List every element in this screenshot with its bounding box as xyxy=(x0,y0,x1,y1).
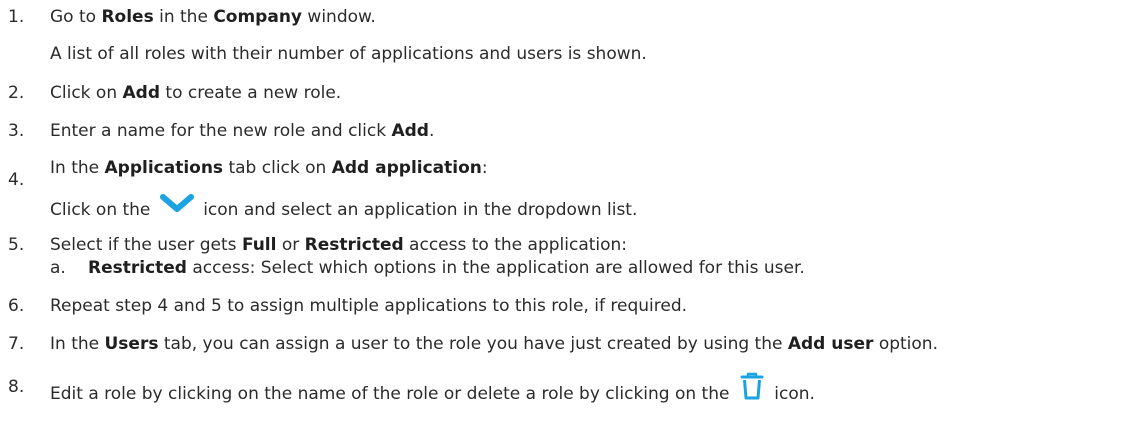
ui-term-add: Add xyxy=(122,83,161,103)
instruction-document: 1. Go to Roles in the Company window. A … xyxy=(0,0,1143,439)
step-text: Enter a name for the new role and click … xyxy=(50,121,435,141)
ui-term-add-application: Add application xyxy=(331,158,482,178)
ui-term-applications: Applications xyxy=(104,158,224,178)
ui-term-restricted: Restricted xyxy=(304,235,404,255)
ui-term-roles: Roles xyxy=(101,7,154,27)
step-text: Go to Roles in the Company window. xyxy=(50,7,376,27)
trash-icon xyxy=(735,372,769,412)
step-number: 8. xyxy=(8,377,25,397)
step-text: In the Users tab, you can assign a user … xyxy=(50,334,938,354)
step-1-note: A list of all roles with their number of… xyxy=(50,44,647,64)
step-text: Click on Add to create a new role. xyxy=(50,83,342,103)
ui-term-full: Full xyxy=(241,235,277,255)
ui-term-restricted: Restricted xyxy=(88,258,187,278)
step-number: 7. xyxy=(8,334,25,354)
ui-term-company: Company xyxy=(213,7,303,27)
ui-term-add: Add xyxy=(391,121,429,141)
step-number: 4. xyxy=(8,170,25,190)
step-text: Repeat step 4 and 5 to assign multiple a… xyxy=(50,296,688,316)
step-number: 2. xyxy=(8,83,25,103)
step-number: 5. xyxy=(8,235,25,255)
step-text: Select if the user gets Full or Restrict… xyxy=(50,235,628,255)
step-4-note: Click on the icon and select an applicat… xyxy=(50,194,637,224)
step-5-substep-a: a. Restricted access: Select which option… xyxy=(50,258,805,278)
step-text: Edit a role by clicking on the name of t… xyxy=(50,372,815,412)
ui-term-add-user: Add user xyxy=(787,334,874,354)
substep-label: a. xyxy=(50,258,66,278)
chevron-down-icon xyxy=(156,194,198,224)
step-text: In the Applications tab click on Add app… xyxy=(50,158,488,178)
step-number: 1. xyxy=(8,7,25,27)
ui-term-users: Users xyxy=(104,334,159,354)
step-number: 6. xyxy=(8,296,25,316)
step-number: 3. xyxy=(8,121,25,141)
